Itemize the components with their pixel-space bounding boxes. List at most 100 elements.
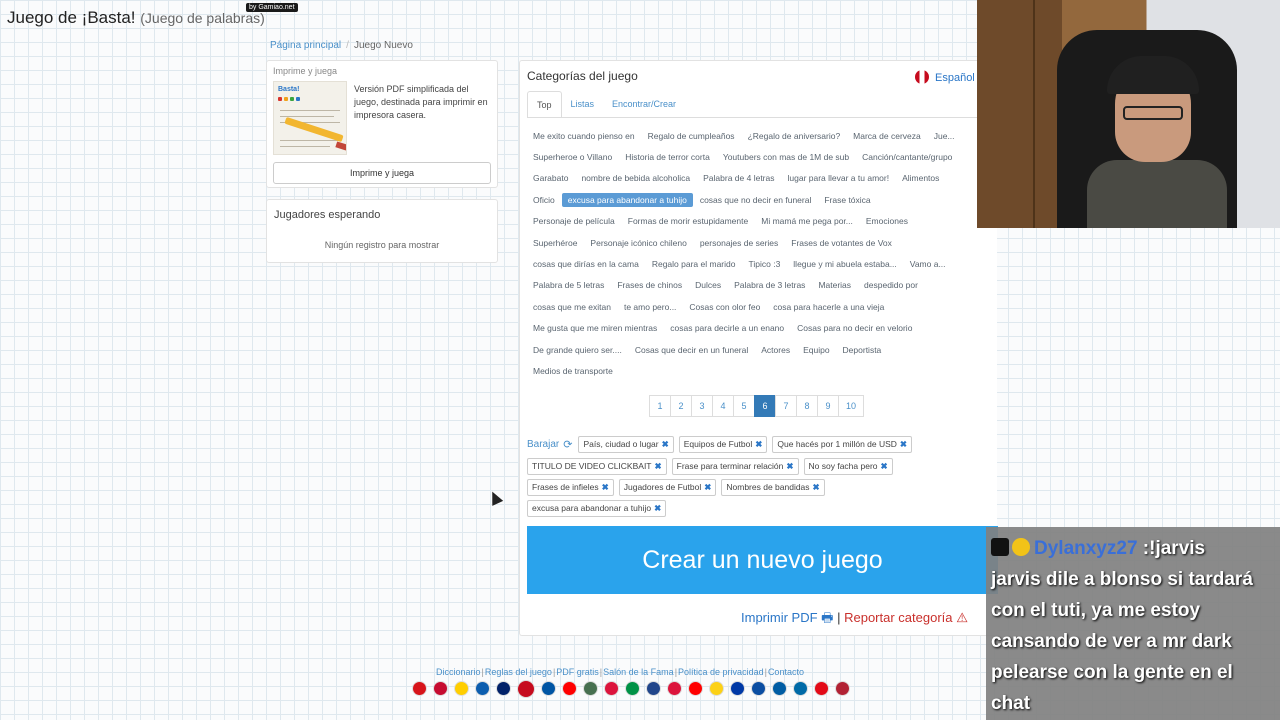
category-tag[interactable]: Frase tóxica bbox=[818, 193, 876, 207]
category-tag[interactable]: Vamo a... bbox=[904, 257, 952, 271]
category-tag[interactable]: Oficio bbox=[527, 193, 561, 207]
remove-icon[interactable]: ✖ bbox=[755, 439, 762, 449]
footer-link[interactable]: Contacto bbox=[768, 667, 804, 677]
page-8[interactable]: 8 bbox=[796, 395, 818, 417]
remove-icon[interactable]: ✖ bbox=[813, 482, 820, 492]
footer-link[interactable]: Diccionario bbox=[436, 667, 481, 677]
category-tag[interactable]: Formas de morir estupidamente bbox=[622, 214, 754, 228]
category-tag[interactable]: Jue... bbox=[928, 129, 961, 143]
country-flag-icon[interactable] bbox=[583, 681, 598, 696]
category-tag[interactable]: Personaje de película bbox=[527, 214, 621, 228]
category-tag[interactable]: Me exito cuando pienso en bbox=[527, 129, 641, 143]
country-flag-icon[interactable] bbox=[475, 681, 490, 696]
category-tag[interactable]: Deportista bbox=[837, 343, 888, 357]
footer-link[interactable]: Salón de la Fama bbox=[603, 667, 674, 677]
category-tag[interactable]: cosas que dirías en la cama bbox=[527, 257, 645, 271]
category-tag[interactable]: Me gusta que me miren mientras bbox=[527, 321, 663, 335]
page-6[interactable]: 6 bbox=[754, 395, 776, 417]
tab-top[interactable]: Top bbox=[527, 91, 562, 118]
category-tag[interactable]: Palabra de 5 letras bbox=[527, 278, 610, 292]
category-tag[interactable]: Medios de transporte bbox=[527, 364, 619, 378]
country-flag-icon[interactable] bbox=[709, 681, 724, 696]
brand-badge[interactable]: by Gamiao.net bbox=[246, 3, 298, 12]
country-flag-icon[interactable] bbox=[751, 681, 766, 696]
category-tag[interactable]: Personaje icónico chileno bbox=[584, 236, 692, 250]
category-tag[interactable]: Cosas para no decir en velorio bbox=[791, 321, 918, 335]
country-flag-icon[interactable] bbox=[541, 681, 556, 696]
category-tag[interactable]: excusa para abandonar a tuhijo bbox=[561, 192, 693, 207]
category-tag[interactable]: Frases de chinos bbox=[611, 278, 688, 292]
country-flag-icon[interactable] bbox=[517, 680, 535, 698]
country-flag-icon[interactable] bbox=[433, 681, 448, 696]
category-tag[interactable]: Alimentos bbox=[896, 171, 945, 185]
category-tag[interactable]: Actores bbox=[755, 343, 796, 357]
category-tag[interactable]: Tipico :3 bbox=[742, 257, 786, 271]
category-tag[interactable]: despedido por bbox=[858, 278, 924, 292]
country-flag-icon[interactable] bbox=[667, 681, 682, 696]
remove-icon[interactable]: ✖ bbox=[786, 461, 793, 471]
page-5[interactable]: 5 bbox=[733, 395, 755, 417]
category-tag[interactable]: ¿Regalo de aniversario? bbox=[742, 129, 847, 143]
category-tag[interactable]: Regalo para el marido bbox=[646, 257, 742, 271]
category-tag[interactable]: Marca de cerveza bbox=[847, 129, 927, 143]
page-4[interactable]: 4 bbox=[712, 395, 734, 417]
refresh-icon[interactable]: ⟳ bbox=[563, 438, 572, 451]
category-tag[interactable]: nombre de bebida alcoholica bbox=[575, 171, 696, 185]
category-tag[interactable]: Regalo de cumpleaños bbox=[642, 129, 741, 143]
country-flag-icon[interactable] bbox=[412, 681, 427, 696]
tab-encontrar-crear[interactable]: Encontrar/Crear bbox=[603, 91, 685, 118]
category-tag[interactable]: te amo pero... bbox=[618, 300, 682, 314]
category-tag[interactable]: cosas para decirle a un enano bbox=[664, 321, 790, 335]
category-tag[interactable]: Palabra de 3 letras bbox=[728, 278, 811, 292]
pdf-preview-image[interactable]: Basta! bbox=[273, 81, 347, 155]
category-tag[interactable]: De grande quiero ser.... bbox=[527, 343, 628, 357]
category-tag[interactable]: Cosas con olor feo bbox=[683, 300, 766, 314]
page-10[interactable]: 10 bbox=[838, 395, 864, 417]
category-tag[interactable]: Superhéroe bbox=[527, 236, 583, 250]
country-flag-icon[interactable] bbox=[730, 681, 745, 696]
category-tag[interactable]: Superheroe o Villano bbox=[527, 150, 618, 164]
print-and-play-button[interactable]: Imprime y juega bbox=[273, 162, 491, 184]
country-flag-icon[interactable] bbox=[496, 681, 511, 696]
footer-link[interactable]: Reglas del juego bbox=[485, 667, 552, 677]
country-flag-icon[interactable] bbox=[772, 681, 787, 696]
category-tag[interactable]: Mi mamá me pega por... bbox=[755, 214, 859, 228]
remove-icon[interactable]: ✖ bbox=[655, 461, 662, 471]
tab-listas[interactable]: Listas bbox=[562, 91, 604, 118]
footer-link[interactable]: PDF gratis bbox=[556, 667, 599, 677]
remove-icon[interactable]: ✖ bbox=[662, 439, 669, 449]
remove-icon[interactable]: ✖ bbox=[900, 439, 907, 449]
category-tag[interactable]: Dulces bbox=[689, 278, 727, 292]
page-2[interactable]: 2 bbox=[670, 395, 692, 417]
country-flag-icon[interactable] bbox=[835, 681, 850, 696]
category-tag[interactable]: llegue y mi abuela estaba... bbox=[787, 257, 902, 271]
remove-icon[interactable]: ✖ bbox=[704, 482, 711, 492]
category-tag[interactable]: Cosas que decir en un funeral bbox=[629, 343, 754, 357]
shuffle-link[interactable]: Barajar bbox=[527, 439, 559, 450]
category-tag[interactable]: Garabato bbox=[527, 171, 574, 185]
language-selector[interactable]: Español bbox=[915, 70, 975, 84]
category-tag[interactable]: Historia de terror corta bbox=[619, 150, 716, 164]
report-category-link[interactable]: Reportar categoría ⚠ bbox=[844, 610, 968, 625]
category-tag[interactable]: personajes de series bbox=[694, 236, 784, 250]
remove-icon[interactable]: ✖ bbox=[602, 482, 609, 492]
footer-link[interactable]: Política de privacidad bbox=[678, 667, 764, 677]
category-tag[interactable]: Frases de votantes de Vox bbox=[785, 236, 898, 250]
breadcrumb-home-link[interactable]: Página principal bbox=[270, 40, 341, 51]
category-tag[interactable]: cosas que no decir en funeral bbox=[694, 193, 818, 207]
category-tag[interactable]: Materias bbox=[812, 278, 857, 292]
country-flag-icon[interactable] bbox=[793, 681, 808, 696]
country-flag-icon[interactable] bbox=[562, 681, 577, 696]
page-7[interactable]: 7 bbox=[775, 395, 797, 417]
country-flag-icon[interactable] bbox=[625, 681, 640, 696]
page-1[interactable]: 1 bbox=[649, 395, 671, 417]
category-tag[interactable]: lugar para llevar a tu amor! bbox=[782, 171, 896, 185]
category-tag[interactable]: cosa para hacerle a una vieja bbox=[767, 300, 890, 314]
category-tag[interactable]: Canción/cantante/grupo bbox=[856, 150, 958, 164]
page-9[interactable]: 9 bbox=[817, 395, 839, 417]
country-flag-icon[interactable] bbox=[454, 681, 469, 696]
category-tag[interactable]: Equipo bbox=[797, 343, 835, 357]
category-tag[interactable]: Youtubers con mas de 1M de sub bbox=[717, 150, 855, 164]
country-flag-icon[interactable] bbox=[688, 681, 703, 696]
category-tag[interactable]: cosas que me exitan bbox=[527, 300, 617, 314]
